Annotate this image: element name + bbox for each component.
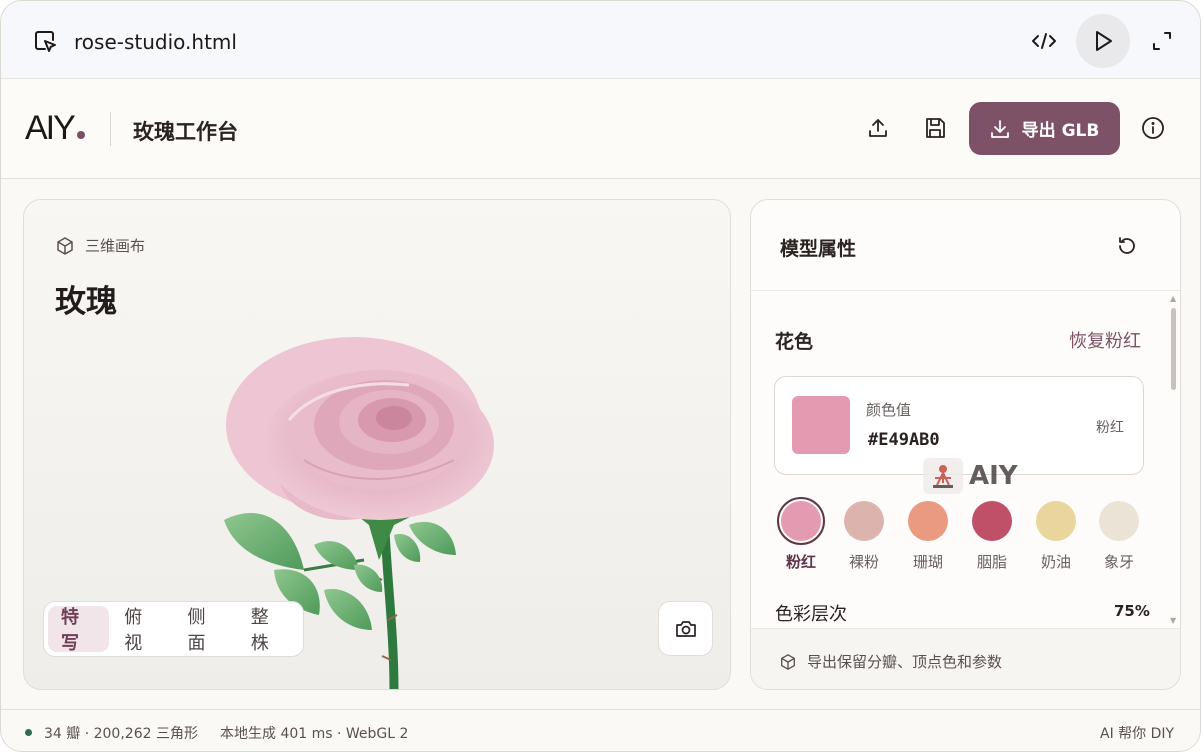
status-bar: 34 瓣 · 200,262 三角形 本地生成 401 ms · WebGL 2… xyxy=(1,709,1200,751)
expand-button[interactable] xyxy=(1135,14,1189,68)
scroll-down-icon[interactable]: ▼ xyxy=(1170,616,1176,625)
swatch-nude[interactable]: 裸粉 xyxy=(838,497,890,572)
swatch-dot xyxy=(781,501,821,541)
tab-top-view[interactable]: 俯视 xyxy=(111,606,172,654)
cube-icon xyxy=(781,653,795,670)
info-button[interactable] xyxy=(1138,113,1168,143)
reset-icon xyxy=(1119,237,1135,254)
swatch-selected-ring xyxy=(777,497,825,545)
info-icon xyxy=(1142,117,1164,139)
camera-icon xyxy=(675,620,696,637)
aiy-watermark: AIY xyxy=(923,458,1018,494)
view-code-button[interactable] xyxy=(1017,14,1071,68)
section-title-color: 花色 xyxy=(775,331,814,353)
swatch-dot xyxy=(1099,501,1139,541)
reset-button[interactable] xyxy=(1112,231,1142,261)
canvas-title: 玫瑰 xyxy=(55,284,117,320)
color-layer-label: 色彩层次 xyxy=(775,604,847,625)
play-icon xyxy=(1096,31,1112,51)
swatch-pink[interactable]: 粉红 xyxy=(775,497,827,572)
status-tagline: AI 帮你 DIY xyxy=(1100,726,1175,742)
restore-pink-link[interactable]: 恢复粉红 xyxy=(1069,327,1141,353)
color-swatches: 粉红 裸粉 珊瑚 胭脂 奶油 象牙 xyxy=(775,497,1147,577)
view-tabs: 特写 俯视 侧面 整株 xyxy=(43,601,304,657)
swatch-dot xyxy=(972,501,1012,541)
color-name: 粉红 xyxy=(1096,420,1124,436)
download-icon xyxy=(990,119,1009,138)
color-value: #E49AB0 xyxy=(868,430,940,450)
logo: AIY xyxy=(25,109,85,148)
status-render-info: 本地生成 401 ms · WebGL 2 xyxy=(220,726,409,742)
scroll-thumb[interactable] xyxy=(1171,308,1176,390)
color-layer-value: 75% xyxy=(1114,602,1150,620)
properties-panel: 模型属性 花色 恢复粉红 颜色值 #E49AB0 粉红 AIY 粉红 裸粉 珊瑚… xyxy=(750,199,1181,690)
tab-side-view[interactable]: 侧面 xyxy=(175,606,236,654)
app-window: rose-studio.html AIY 玫瑰工作台 导出 GLB 三维画布 玫… xyxy=(0,0,1201,752)
canvas-label: 三维画布 xyxy=(55,235,145,256)
status-indicator xyxy=(25,729,32,736)
app-header: AIY 玫瑰工作台 导出 GLB xyxy=(1,79,1200,179)
tab-whole-plant[interactable]: 整株 xyxy=(238,606,299,654)
panel-header: 模型属性 xyxy=(751,200,1180,291)
panel-scrollbar[interactable]: ▲ ▼ xyxy=(1169,292,1177,628)
panel-title: 模型属性 xyxy=(780,238,857,260)
save-icon xyxy=(926,118,945,138)
swatch-coral[interactable]: 珊瑚 xyxy=(902,497,954,572)
expand-icon xyxy=(1153,32,1171,50)
scroll-up-icon[interactable]: ▲ xyxy=(1170,294,1176,303)
upload-icon xyxy=(869,119,887,137)
swatch-ivory[interactable]: 象牙 xyxy=(1093,497,1145,572)
file-name: rose-studio.html xyxy=(74,30,237,54)
swatch-rouge[interactable]: 胭脂 xyxy=(966,497,1018,572)
current-color-swatch[interactable] xyxy=(792,396,850,454)
window-titlebar: rose-studio.html xyxy=(1,1,1200,79)
status-model-stats: 34 瓣 · 200,262 三角形 xyxy=(44,726,198,742)
swatch-dot xyxy=(1036,501,1076,541)
code-icon xyxy=(1032,33,1056,49)
screenshot-button[interactable] xyxy=(658,601,713,656)
cube-icon xyxy=(57,236,73,255)
play-button[interactable] xyxy=(1076,14,1130,68)
cursor-square-icon xyxy=(35,31,56,52)
panel-footer: 导出保留分瓣、顶点色和参数 xyxy=(751,628,1180,689)
tab-closeup[interactable]: 特写 xyxy=(48,606,110,654)
swatch-dot xyxy=(844,501,884,541)
export-label: 导出 GLB xyxy=(1021,121,1100,141)
color-value-label: 颜色值 xyxy=(866,401,912,419)
swatch-cream[interactable]: 奶油 xyxy=(1030,497,1082,572)
save-button[interactable] xyxy=(920,113,950,143)
share-button[interactable] xyxy=(863,113,893,143)
swatch-dot xyxy=(908,501,948,541)
logo-dot xyxy=(76,131,85,139)
page-title: 玫瑰工作台 xyxy=(133,120,238,144)
header-divider xyxy=(110,112,111,146)
aiy-mascot-icon xyxy=(923,458,963,494)
canvas-card[interactable]: 三维画布 玫瑰 特写 俯视 侧面 整株 xyxy=(23,199,731,690)
export-note: 导出保留分瓣、顶点色和参数 xyxy=(779,651,1002,672)
export-glb-button[interactable]: 导出 GLB xyxy=(969,102,1120,155)
